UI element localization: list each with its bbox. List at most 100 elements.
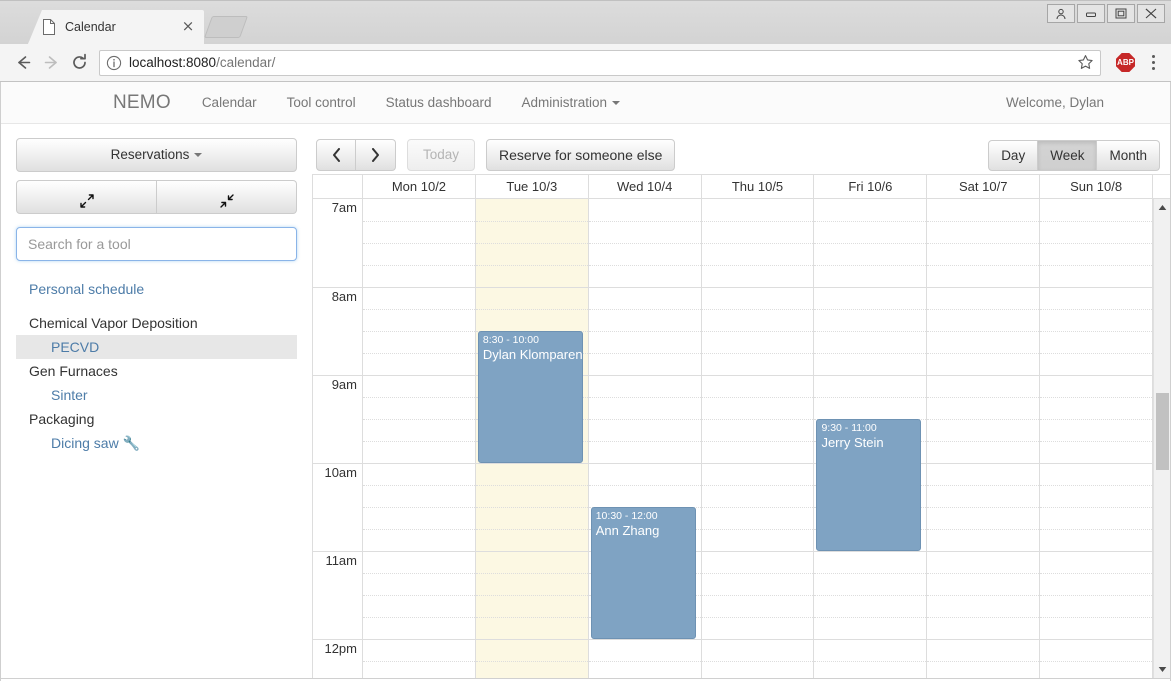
time-slot[interactable] [927, 397, 1040, 419]
time-slot[interactable] [363, 375, 475, 397]
time-slot[interactable] [475, 617, 588, 639]
time-slot[interactable] [588, 287, 701, 309]
time-slot[interactable] [1040, 265, 1153, 287]
today-button[interactable]: Today [407, 139, 476, 171]
time-slot[interactable] [814, 397, 927, 419]
time-slot[interactable] [701, 353, 814, 375]
time-slot[interactable] [927, 353, 1040, 375]
tree-item-dicing-saw[interactable]: Dicing saw 🔧 [16, 431, 297, 455]
time-slot[interactable] [701, 639, 814, 661]
day-column-mon[interactable] [363, 199, 476, 678]
time-slot[interactable] [476, 199, 588, 221]
time-slot[interactable] [1040, 221, 1153, 243]
time-slot[interactable] [363, 441, 475, 463]
time-slot[interactable] [814, 617, 927, 639]
time-slot[interactable] [701, 397, 814, 419]
day-column-thu[interactable] [701, 199, 815, 678]
time-slot[interactable] [701, 221, 814, 243]
time-slot[interactable] [363, 331, 475, 353]
time-slot[interactable] [927, 287, 1040, 309]
time-slot[interactable] [1040, 551, 1153, 573]
time-slot[interactable] [701, 551, 814, 573]
time-slot[interactable] [1040, 485, 1153, 507]
day-column-sun[interactable] [1040, 199, 1154, 678]
time-slot[interactable] [588, 375, 701, 397]
time-slot[interactable] [701, 287, 814, 309]
time-slot[interactable] [701, 507, 814, 529]
scroll-up-arrow-icon[interactable] [1154, 199, 1170, 216]
time-slot[interactable] [814, 243, 927, 265]
browser-tab[interactable]: Calendar × [28, 10, 204, 44]
calendar-event[interactable]: 8:30 - 10:00 Dylan Klomparens [477, 331, 583, 463]
time-slot[interactable] [1040, 287, 1153, 309]
adblock-plus-icon[interactable]: ABP [1116, 53, 1135, 72]
time-slot[interactable] [814, 265, 927, 287]
time-slot[interactable] [475, 309, 588, 331]
time-slot[interactable] [1040, 199, 1152, 221]
time-slot[interactable] [588, 463, 701, 485]
time-slot[interactable] [588, 353, 701, 375]
day-column-fri[interactable]: 9:30 - 11:00 Jerry Stein [814, 199, 928, 678]
time-slot[interactable] [363, 397, 475, 419]
kebab-menu-icon[interactable] [1144, 51, 1162, 75]
time-slot[interactable] [927, 309, 1040, 331]
time-slot[interactable] [475, 485, 588, 507]
time-slot[interactable] [927, 485, 1040, 507]
time-slot[interactable] [814, 639, 927, 661]
time-slot[interactable] [927, 573, 1040, 595]
time-slot[interactable] [363, 551, 475, 573]
time-slot[interactable] [475, 529, 588, 551]
day-column-wed[interactable]: 10:30 - 12:00 Ann Zhang [588, 199, 702, 678]
time-slot[interactable] [701, 463, 814, 485]
time-slot[interactable] [475, 265, 588, 287]
time-slot[interactable] [814, 199, 926, 221]
time-slot[interactable] [363, 595, 475, 617]
time-slot[interactable] [363, 507, 475, 529]
time-slot[interactable] [701, 529, 814, 551]
tree-category-packaging[interactable]: Packaging [16, 407, 297, 431]
time-slot[interactable] [701, 485, 814, 507]
time-slot[interactable] [588, 221, 701, 243]
close-icon[interactable] [1137, 4, 1165, 23]
day-column-tue[interactable]: 8:30 - 10:00 Dylan Klomparens [475, 199, 589, 678]
reload-icon[interactable] [65, 49, 93, 77]
time-slot[interactable] [702, 199, 814, 221]
time-slot[interactable] [1040, 243, 1153, 265]
user-profile-icon[interactable] [1047, 4, 1075, 23]
view-week-button[interactable]: Week [1038, 139, 1098, 171]
time-slot[interactable] [363, 243, 475, 265]
time-slot[interactable] [701, 661, 814, 678]
calendar-event[interactable]: 9:30 - 11:00 Jerry Stein [816, 419, 922, 551]
time-slot[interactable] [701, 617, 814, 639]
nav-item-status-dashboard[interactable]: Status dashboard [371, 95, 507, 110]
time-slot[interactable] [701, 595, 814, 617]
time-slot[interactable] [475, 595, 588, 617]
time-slot[interactable] [701, 375, 814, 397]
time-slot[interactable] [701, 243, 814, 265]
time-slot[interactable] [814, 309, 927, 331]
time-slot[interactable] [927, 265, 1040, 287]
time-slot[interactable] [475, 661, 588, 678]
time-slot[interactable] [1040, 353, 1153, 375]
time-slot[interactable] [588, 419, 701, 441]
time-slot[interactable] [927, 617, 1040, 639]
time-slot[interactable] [363, 573, 475, 595]
nav-item-tool-control[interactable]: Tool control [272, 95, 371, 110]
time-slot[interactable] [363, 529, 475, 551]
back-arrow-icon[interactable] [9, 49, 37, 77]
time-slot[interactable] [363, 199, 475, 221]
tab-close-icon[interactable]: × [180, 19, 196, 35]
time-slot[interactable] [588, 265, 701, 287]
time-slot[interactable] [814, 661, 927, 678]
time-slot[interactable] [363, 265, 475, 287]
time-slot[interactable] [927, 419, 1040, 441]
time-slot[interactable] [475, 573, 588, 595]
minimize-icon[interactable] [1077, 4, 1105, 23]
reservations-dropdown-button[interactable]: Reservations [16, 138, 297, 172]
time-slot[interactable] [475, 221, 588, 243]
time-slot[interactable] [927, 331, 1040, 353]
time-slot[interactable] [363, 661, 475, 678]
tree-item-sinter[interactable]: Sinter [16, 383, 297, 407]
time-slot[interactable] [1040, 639, 1153, 661]
time-slot[interactable] [927, 221, 1040, 243]
